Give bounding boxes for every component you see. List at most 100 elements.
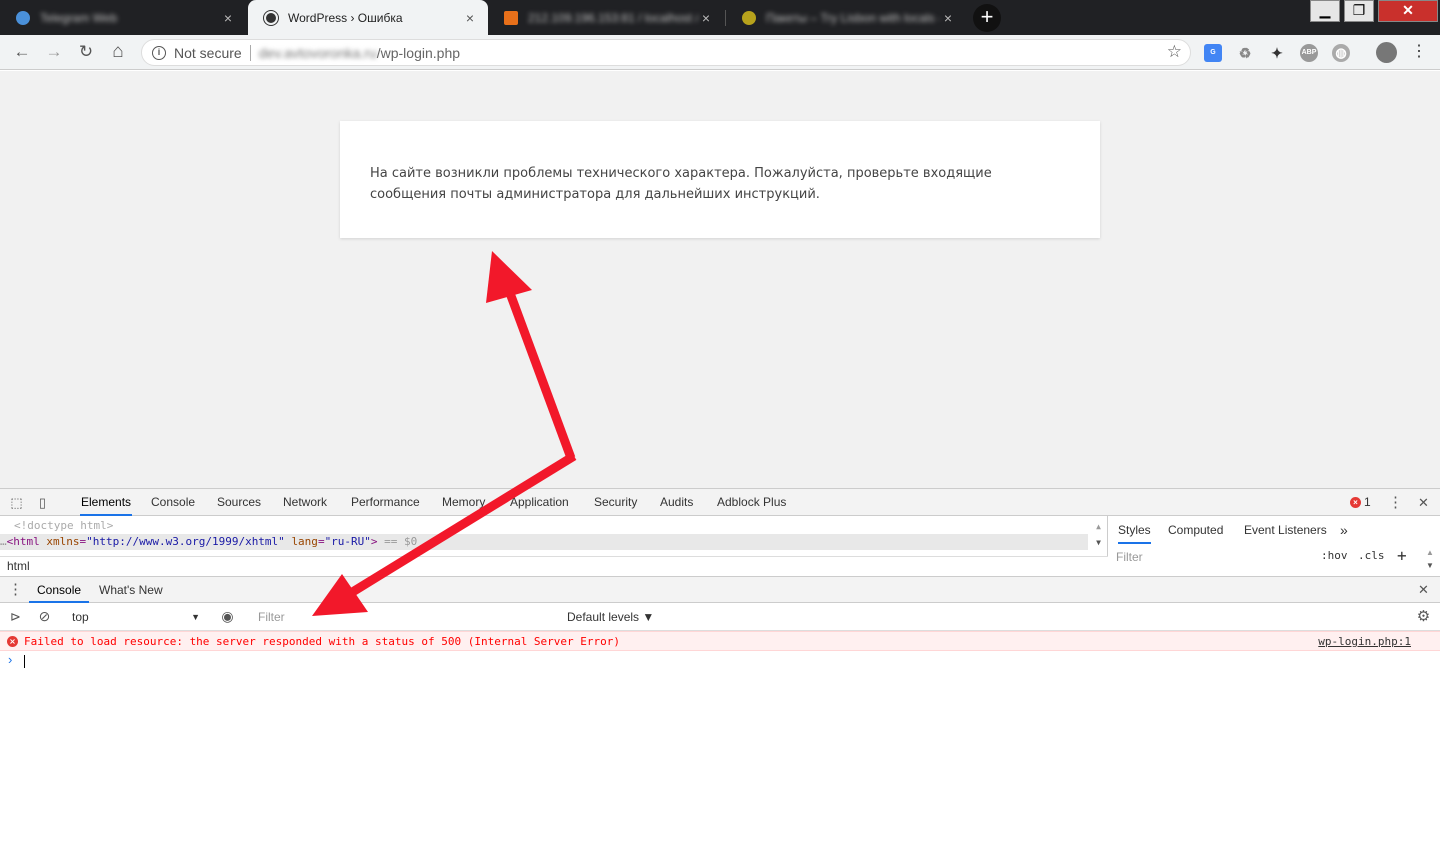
node-attr-name: lang <box>291 535 318 548</box>
tab-performance[interactable]: Performance <box>351 489 420 516</box>
security-label[interactable]: Not secure <box>174 45 242 61</box>
tab-audits[interactable]: Audits <box>660 489 693 516</box>
breadcrumb-html[interactable]: html <box>7 559 30 573</box>
phpmyadmin-favicon-icon <box>504 10 518 25</box>
more-tabs-icon[interactable]: » <box>1340 516 1348 544</box>
wp-error-message: На сайте возникли проблемы технического … <box>370 166 992 202</box>
tab-close-icon[interactable]: × <box>220 10 236 26</box>
forward-button[interactable]: → <box>43 41 65 63</box>
minimize-button[interactable]: ▁ <box>1310 0 1340 22</box>
tab-security[interactable]: Security <box>594 489 637 516</box>
dom-breadcrumb: html <box>0 556 1108 576</box>
tab-computed[interactable]: Computed <box>1168 516 1223 544</box>
window-close-button[interactable]: ✕ <box>1378 0 1438 22</box>
globe-favicon-icon <box>264 10 278 25</box>
wp-error-box: На сайте возникли проблемы технического … <box>340 121 1100 238</box>
browser-toolbar: ← → ↻ ⌂ i Not secure dev.avtovoronka.ru … <box>0 35 1440 70</box>
error-source-link[interactable]: wp-login.php:1 <box>1318 635 1411 648</box>
tab-title: WordPress › Ошибка <box>288 10 403 25</box>
tab-event-listeners[interactable]: Event Listeners <box>1244 516 1327 544</box>
address-bar[interactable]: i Not secure dev.avtovoronka.ru /wp-logi… <box>141 39 1191 66</box>
text-caret <box>24 655 25 668</box>
styles-scroll-up-icon[interactable]: ▲ <box>1426 548 1434 557</box>
node-close-bracket: > <box>370 535 378 548</box>
console-error-message: × Failed to load resource: the server re… <box>0 631 1440 651</box>
styles-scroll-down-icon[interactable]: ▼ <box>1426 561 1434 570</box>
info-icon[interactable]: i <box>152 45 166 60</box>
devtools-tabbar: ⬚ ▯ Elements Console Sources Network Per… <box>0 488 1440 516</box>
tab-console[interactable]: Console <box>151 489 195 516</box>
console-filter-input[interactable]: Filter <box>250 607 558 627</box>
address-host: dev.avtovoronka.ru <box>258 44 377 61</box>
inspect-element-icon[interactable]: ⬚ <box>9 495 24 510</box>
globe-extension-icon[interactable]: ◍ <box>1332 44 1350 62</box>
tab-title: 212.109.196.153:81 / localhost / с <box>528 10 698 25</box>
adblock-plus-icon[interactable]: ABP <box>1300 44 1318 62</box>
reload-button[interactable]: ↻ <box>75 41 97 63</box>
error-count-icon[interactable]: × <box>1350 497 1361 508</box>
browser-tab-wordpress[interactable]: WordPress › Ошибка × <box>248 0 488 35</box>
browser-tab-strip: Telegram Web × WordPress › Ошибка × 212.… <box>0 0 1440 35</box>
console-toolbar: ⊳ ⊘ top ▼ ◉ Filter Default levels ▼ ⚙ <box>0 603 1440 631</box>
cls-button[interactable]: .cls <box>1358 549 1385 562</box>
node-selected-marker: == $0 <box>384 535 418 548</box>
tab-styles[interactable]: Styles <box>1118 516 1151 544</box>
recycle-extension-icon[interactable]: ♻ <box>1236 44 1254 62</box>
tab-adblock-plus[interactable]: Adblock Plus <box>717 489 786 516</box>
context-value: top <box>72 610 89 624</box>
profile-avatar[interactable] <box>1376 42 1397 63</box>
log-levels-dropdown[interactable]: Default levels ▼ <box>567 607 654 627</box>
drawer-close-button[interactable]: ✕ <box>1416 582 1431 597</box>
html-node-selected[interactable]: …<html xmlns = "http://www.w3.org/1999/xht… <box>0 534 1088 550</box>
browser-tab-lisbon[interactable]: Пакеты – Try Lisbon with locals – × <box>726 0 966 35</box>
show-sidebar-icon[interactable]: ⊳ <box>8 609 23 624</box>
drawer-menu-button[interactable]: ⋮ <box>8 582 23 597</box>
context-selector[interactable]: top ▼ <box>64 607 206 627</box>
tab-elements[interactable]: Elements <box>80 489 133 516</box>
tab-title: Telegram Web <box>40 10 118 25</box>
node-attr-value: "http://www.w3.org/1999/xhtml" <box>86 535 285 548</box>
error-count[interactable]: 1 <box>1364 495 1371 509</box>
error-text: Failed to load resource: the server resp… <box>24 635 621 648</box>
tab-application[interactable]: Application <box>510 489 569 516</box>
drawer-tab-whats-new[interactable]: What's New <box>99 577 163 603</box>
browser-tab-phpmyadmin[interactable]: 212.109.196.153:81 / localhost / с × <box>488 0 724 35</box>
tab-close-icon[interactable]: × <box>698 10 714 26</box>
browser-tab-telegram[interactable]: Telegram Web × <box>0 0 246 35</box>
node-ellipsis: … <box>0 535 7 548</box>
back-button[interactable]: ← <box>11 41 33 63</box>
tab-network[interactable]: Network <box>283 489 327 516</box>
puzzle-extension-icon[interactable]: ✦ <box>1268 44 1286 62</box>
node-attr-name: xmlns <box>46 535 80 548</box>
console-prompt[interactable]: › <box>0 651 1440 852</box>
tab-close-icon[interactable]: × <box>940 10 956 26</box>
console-settings-gear-icon[interactable]: ⚙ <box>1416 609 1431 624</box>
scroll-up-icon[interactable]: ▲ <box>1096 522 1101 531</box>
maximize-button[interactable]: ❐ <box>1344 0 1374 22</box>
node-attr-eq: = <box>317 535 325 548</box>
devtools-close-button[interactable]: ✕ <box>1416 495 1431 510</box>
google-translate-icon[interactable]: G <box>1204 44 1222 62</box>
drawer-tab-console[interactable]: Console <box>29 577 90 603</box>
tab-memory[interactable]: Memory <box>442 489 485 516</box>
tab-close-icon[interactable]: × <box>462 10 478 26</box>
doctype-node[interactable]: <!doctype html> <box>14 518 113 534</box>
new-style-rule-button[interactable]: + <box>1397 546 1407 565</box>
styles-filter-input[interactable]: Filter <box>1112 546 1312 568</box>
tab-title: Пакеты – Try Lisbon with locals – <box>766 10 940 25</box>
devtools-menu-button[interactable]: ⋮ <box>1388 495 1403 510</box>
error-icon: × <box>7 636 18 647</box>
chevron-down-icon: ▼ <box>191 612 200 622</box>
hov-button[interactable]: :hov <box>1321 549 1348 562</box>
new-tab-button[interactable]: + <box>973 4 1001 32</box>
tab-sources[interactable]: Sources <box>217 489 261 516</box>
scroll-down-icon[interactable]: ▼ <box>1096 538 1101 547</box>
browser-menu-button[interactable]: ⋮ <box>1408 41 1430 63</box>
clear-console-icon[interactable]: ⊘ <box>37 609 52 624</box>
home-button[interactable]: ⌂ <box>107 41 129 63</box>
bookmark-star-icon[interactable]: ☆ <box>1167 42 1182 62</box>
device-toolbar-icon[interactable]: ▯ <box>35 495 50 510</box>
live-expression-eye-icon[interactable]: ◉ <box>220 609 235 624</box>
node-attr-value: "ru-RU" <box>324 535 371 548</box>
prompt-chevron-icon: › <box>8 652 13 667</box>
